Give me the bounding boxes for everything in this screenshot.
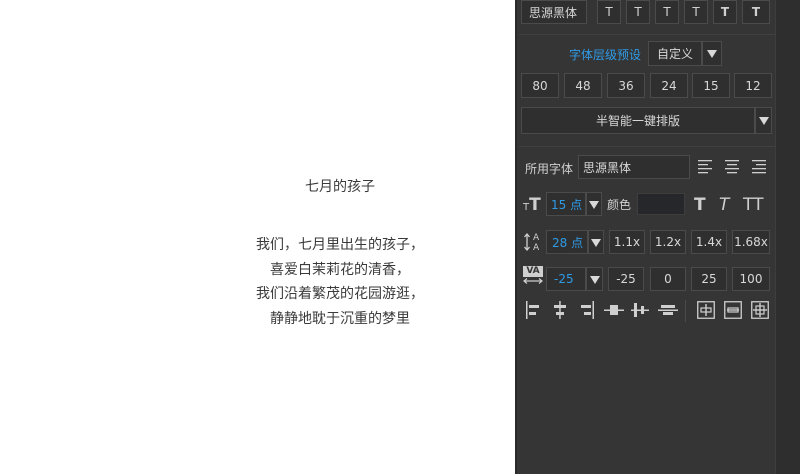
divider [685,300,686,322]
chevron-down-icon [759,117,769,125]
style-heavy-button[interactable]: T [742,0,770,24]
used-font-label: 所用字体 [525,162,574,176]
color-label: 颜色 [607,198,632,212]
size-preset-button[interactable]: 48 [564,73,602,98]
font-size-value: 15 点 [551,197,583,212]
chevron-down-icon [590,276,600,284]
preset-label: 字体层级预设 [569,48,642,62]
used-font-value: 思源黑体 [583,160,632,175]
align-objects-bottom-icon[interactable] [658,301,678,319]
tracking-dropdown-button[interactable] [586,267,603,291]
font-size-dropdown-button[interactable] [586,192,602,216]
distribute-center-icon[interactable] [724,301,742,319]
chevron-down-icon [591,239,601,247]
preset-dropdown-button[interactable] [702,41,722,66]
font-size-input[interactable]: 15 点 [546,192,586,216]
style-regular-button[interactable]: T [597,0,621,24]
size-preset-button[interactable]: 15 [692,73,730,98]
line-height-preset-button[interactable]: 1.4x [691,230,727,254]
panel-scrollbar[interactable] [775,0,800,474]
style-normal-button[interactable]: T [655,0,679,24]
align-center-icon[interactable] [725,159,739,175]
svg-text:A: A [533,243,540,253]
align-left-icon[interactable] [698,159,712,175]
divider [519,34,775,35]
line-height-preset-button[interactable]: 1.1x [609,230,645,254]
auto-layout-label: 半智能一键排版 [595,114,680,128]
style-light-button[interactable]: T [626,0,650,24]
size-preset-button[interactable]: 12 [734,73,772,98]
top-font-value: 思源黑体 [529,5,578,20]
tracking-preset-button[interactable]: 100 [732,267,770,291]
style-medium-button[interactable]: T [684,0,708,24]
align-objects-vcenter-icon[interactable] [631,301,649,319]
chevron-down-icon [707,50,717,58]
distribute-both-icon[interactable] [751,301,769,319]
align-objects-left-icon[interactable] [525,301,541,319]
size-preset-button[interactable]: 24 [650,73,688,98]
tracking-preset-button[interactable]: 25 [691,267,727,291]
uppercase-text-icon[interactable]: TT [743,195,763,215]
typography-panel: 思源黑体 T T T T T T 字体层级预设 自定义 80 48 36 24 … [515,0,800,474]
tracking-icon: VA [523,266,543,288]
top-font-select[interactable]: 思源黑体 [521,0,587,24]
line-height-value: 28 点 [552,235,584,250]
align-objects-hcenter-icon[interactable] [552,301,568,319]
chevron-down-icon [589,201,599,209]
align-justify-icon[interactable] [752,159,766,175]
tracking-preset-button[interactable]: 0 [650,267,686,291]
auto-layout-button[interactable]: 半智能一键排版 [521,107,755,134]
auto-layout-dropdown-button[interactable] [755,107,772,134]
preset-select[interactable]: 自定义 [648,41,702,66]
line-height-input[interactable]: 28 点 [546,230,588,254]
tracking-value: -25 [554,272,574,286]
preset-value: 自定义 [656,47,693,61]
bold-text-icon[interactable]: T [694,195,706,215]
size-preset-button[interactable]: 80 [521,73,559,98]
tracking-preset-button[interactable]: -25 [608,267,644,291]
italic-text-icon[interactable]: T [719,195,729,215]
font-size-icon: TT [523,195,541,215]
line-height-dropdown-button[interactable] [588,230,604,254]
line-height-preset-button[interactable]: 1.2x [650,230,686,254]
tracking-input[interactable]: -25 [546,267,586,291]
divider [519,146,775,147]
size-preset-button[interactable]: 36 [607,73,645,98]
svg-text:A: A [533,233,540,243]
align-objects-right-icon[interactable] [579,301,595,319]
line-height-icon: A A [524,232,540,253]
line-height-preset-button[interactable]: 1.68x [732,230,770,254]
align-objects-top-icon[interactable] [604,301,624,319]
color-swatch[interactable] [637,193,685,215]
document-canvas[interactable]: 七月的孩子 我们，七月里出生的孩子， 喜爱白茉莉花的清香， 我们沿着繁茂的花园游… [0,0,515,474]
style-bold-button[interactable]: T [713,0,737,24]
used-font-select[interactable]: 思源黑体 [578,155,690,179]
distribute-left-icon[interactable] [697,301,715,319]
